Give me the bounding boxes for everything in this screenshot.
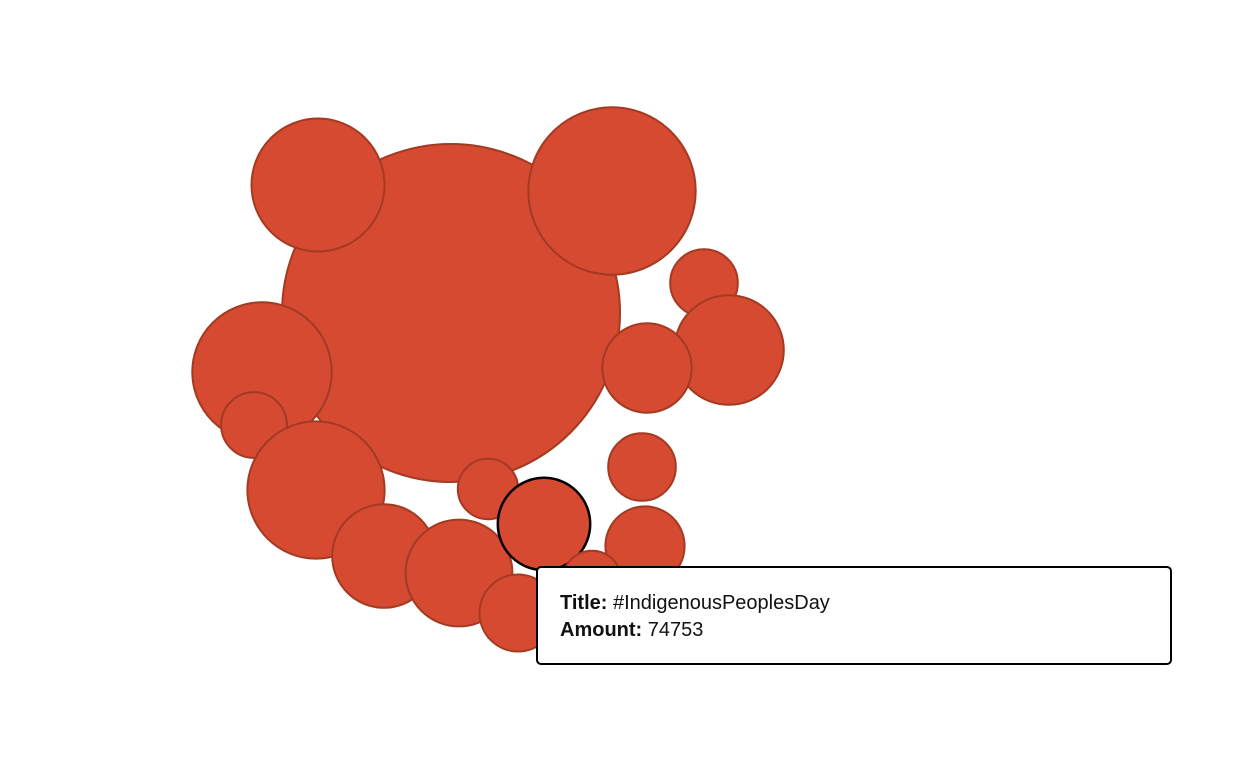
tooltip-title-value: #IndigenousPeoplesDay [612, 592, 830, 614]
tooltip-amount-row: Amount: 74753 [560, 617, 1148, 644]
bubble[interactable] [250, 117, 386, 253]
tooltip-amount-label: Amount: [560, 619, 643, 641]
bubble[interactable] [527, 106, 697, 276]
bubble[interactable] [673, 294, 785, 406]
tooltip-title-row: Title: #IndigenousPeoplesDay [560, 590, 1148, 617]
tooltip-title-label: Title: [560, 592, 608, 614]
bubble[interactable] [607, 432, 677, 502]
bubble[interactable] [601, 322, 693, 414]
tooltip: Title: #IndigenousPeoplesDay Amount: 747… [536, 566, 1172, 665]
bubble-chart [191, 106, 785, 653]
tooltip-amount-value: 74753 [647, 619, 704, 641]
